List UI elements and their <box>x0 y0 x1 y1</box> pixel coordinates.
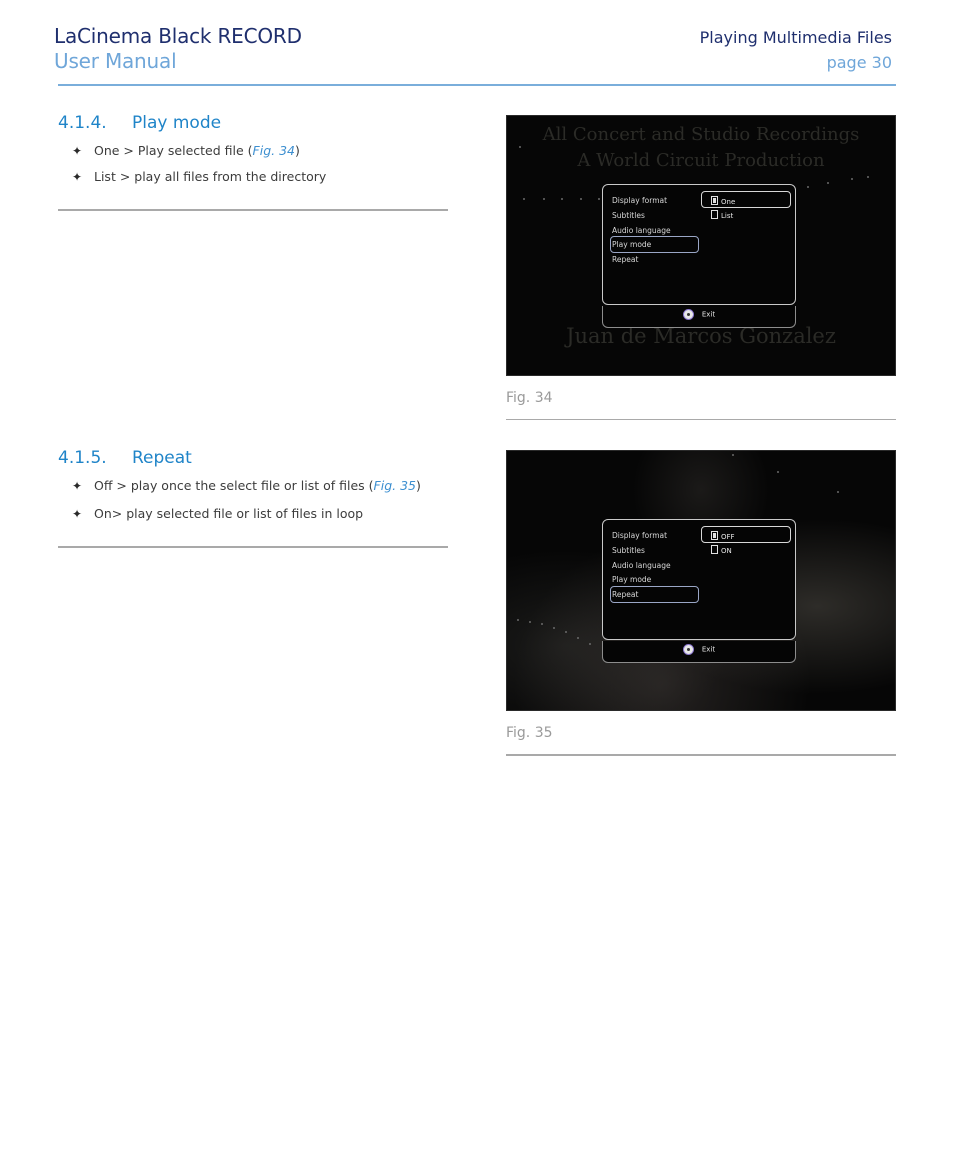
bullet-icon: ✦ <box>72 170 83 184</box>
section-number: 4.1.4. <box>58 113 107 133</box>
menu-item-play-mode[interactable]: Play mode <box>612 575 651 584</box>
figure-35-screenshot: Display format Subtitles Audio language … <box>506 450 896 711</box>
chapter-title: Playing Multimedia Files <box>699 28 892 47</box>
option-label: List <box>721 212 734 220</box>
bullet-icon: ✦ <box>72 507 83 521</box>
section-divider <box>58 546 448 548</box>
option-label: One <box>721 198 736 206</box>
bullet-item: ✦ One > Play selected file (Fig. 34) <box>72 143 326 169</box>
figure-caption: Fig. 35 <box>506 725 553 741</box>
exit-button[interactable]: Exit <box>603 644 795 655</box>
menu-item-play-mode[interactable]: Play mode <box>612 240 651 249</box>
bullet-item: ✦ On> play selected file or list of files… <box>72 506 421 532</box>
bullet-item: ✦ List > play all files from the director… <box>72 169 326 195</box>
option-label: OFF <box>721 533 735 541</box>
exit-label: Exit <box>701 645 716 654</box>
bullet-list: ✦ One > Play selected file (Fig. 34) ✦ Lis… <box>72 143 326 195</box>
bullet-text: Off > play once the select file or list … <box>94 478 374 493</box>
menu-footer: Exit <box>602 641 796 663</box>
exit-button[interactable]: Exit <box>603 309 795 320</box>
option-on[interactable]: ON <box>711 545 732 555</box>
background-text: All Concert and Studio Recordings <box>542 124 860 145</box>
bullet-icon: ✦ <box>72 144 83 158</box>
section-title: Repeat <box>132 448 192 468</box>
settings-menu: Display format Subtitles Audio language … <box>602 184 796 305</box>
figure-divider <box>506 754 896 756</box>
section-heading: 4.1.4. Play mode <box>58 113 221 133</box>
menu-item-display-format[interactable]: Display format <box>612 531 667 540</box>
ok-button-icon <box>682 644 694 655</box>
menu-item-audio-language[interactable]: Audio language <box>612 226 671 235</box>
ok-button-icon <box>682 309 694 320</box>
menu-item-subtitles[interactable]: Subtitles <box>612 546 645 555</box>
exit-label: Exit <box>701 310 716 319</box>
option-one[interactable]: One <box>711 196 735 206</box>
bullet-text-end: ) <box>416 478 421 493</box>
figure-caption: Fig. 34 <box>506 390 553 406</box>
section-title: Play mode <box>132 113 222 133</box>
checkbox-empty-icon <box>711 210 718 219</box>
menu-item-audio-language[interactable]: Audio language <box>612 561 671 570</box>
figure-link[interactable]: Fig. 34 <box>253 143 295 158</box>
header-divider <box>58 84 896 86</box>
menu-item-subtitles[interactable]: Subtitles <box>612 211 645 220</box>
checkbox-checked-icon <box>711 531 718 540</box>
bullet-icon: ✦ <box>72 479 83 493</box>
option-label: ON <box>721 547 732 555</box>
document-type: User Manual <box>54 49 177 73</box>
section-number: 4.1.5. <box>58 448 107 468</box>
page-number: page 30 <box>826 53 892 72</box>
background-text: A World Circuit Production <box>577 150 825 171</box>
menu-item-repeat[interactable]: Repeat <box>612 255 638 264</box>
section-heading: 4.1.5. Repeat <box>58 448 192 468</box>
bullet-text: On> play selected file or list of files … <box>94 506 364 521</box>
option-off[interactable]: OFF <box>711 531 735 541</box>
bullet-text: List > play all files from the directory <box>94 169 327 184</box>
settings-menu: Display format Subtitles Audio language … <box>602 519 796 640</box>
checkbox-empty-icon <box>711 545 718 554</box>
figure-divider <box>506 419 896 420</box>
figure-link[interactable]: Fig. 35 <box>374 478 416 493</box>
bullet-text-end: ) <box>295 143 300 158</box>
option-list[interactable]: List <box>711 210 733 220</box>
bullet-text: One > Play selected file ( <box>94 143 253 158</box>
menu-footer: Exit <box>602 306 796 328</box>
section-divider <box>58 209 448 211</box>
bullet-list: ✦ Off > play once the select file or list… <box>72 478 421 532</box>
product-title: LaCinema Black RECORD <box>54 24 302 48</box>
figure-34-screenshot: All Concert and Studio Recordings A Worl… <box>506 115 896 376</box>
menu-item-display-format[interactable]: Display format <box>612 196 667 205</box>
bullet-item: ✦ Off > play once the select file or list… <box>72 478 421 506</box>
checkbox-checked-icon <box>711 196 718 205</box>
menu-item-repeat[interactable]: Repeat <box>612 590 638 599</box>
